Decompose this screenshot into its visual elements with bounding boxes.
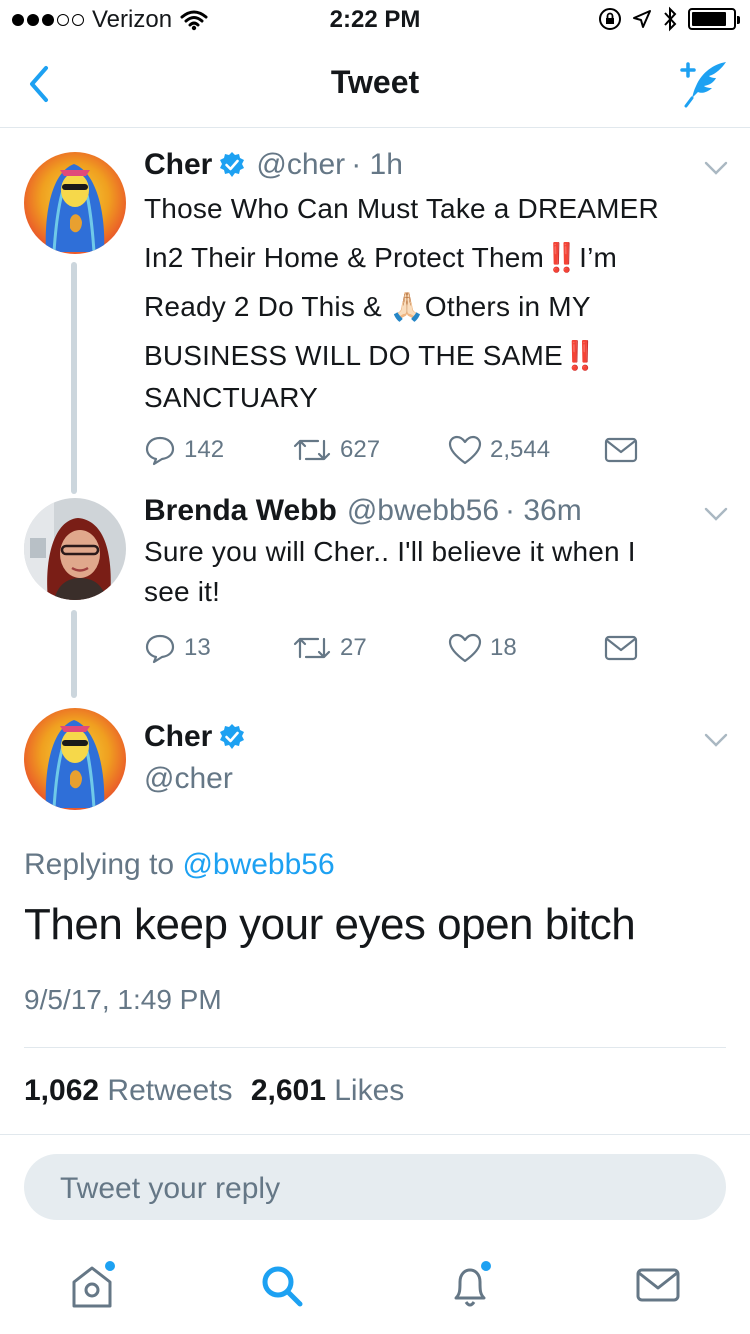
divider	[0, 1134, 750, 1135]
envelope-icon	[604, 635, 638, 661]
tweet-datetime: 9/5/17, 1:49 PM	[24, 984, 222, 1015]
replying-prefix: Replying to	[24, 848, 183, 881]
retweets-stat[interactable]: 1,062 Retweets	[24, 1074, 232, 1107]
thread-connector	[71, 262, 77, 494]
tweet-timestamp: · 1h	[351, 148, 403, 181]
messages-icon[interactable]	[628, 1256, 688, 1316]
retweet-button[interactable]: 27	[292, 633, 448, 663]
direct-message-button[interactable]	[604, 634, 638, 662]
retweet-total: 1,062	[24, 1074, 100, 1107]
notifications-icon[interactable]	[440, 1256, 500, 1316]
reply-icon	[145, 436, 175, 466]
tweet-text-line: Those Who Can Must Take a DREAMER	[144, 193, 659, 224]
direct-message-button[interactable]	[604, 436, 638, 464]
likes-stat[interactable]: 2,601 Likes	[251, 1074, 404, 1107]
replying-to-link[interactable]: @bwebb56	[182, 848, 334, 881]
chevron-down-icon[interactable]	[704, 160, 728, 176]
location-icon	[633, 10, 651, 28]
tweet-text-line: Sure you will Cher.. I'll believe it whe…	[144, 536, 636, 567]
retweet-count: 627	[340, 436, 381, 463]
verified-badge-icon	[220, 152, 245, 177]
tab-bar	[0, 1234, 750, 1334]
like-count: 18	[490, 634, 517, 661]
chevron-down-icon[interactable]	[704, 732, 728, 748]
reply-count: 142	[184, 436, 225, 463]
retweets-label: Retweets	[107, 1074, 233, 1107]
compose-tweet-icon[interactable]	[674, 58, 730, 110]
like-button[interactable]: 2,544	[448, 435, 604, 465]
avatar[interactable]	[24, 152, 126, 254]
battery-icon	[688, 8, 740, 30]
reply-input[interactable]: Tweet your reply	[24, 1154, 726, 1220]
replying-to: Replying to @bwebb56	[24, 848, 335, 882]
search-icon[interactable]	[252, 1256, 312, 1316]
retweet-button[interactable]: 627	[292, 435, 448, 465]
author-handle[interactable]: @cher	[256, 148, 345, 182]
author-name[interactable]: Cher	[144, 148, 212, 182]
author-handle[interactable]: @bwebb56	[347, 494, 499, 528]
tweet-text-line: SANCTUARY	[144, 382, 318, 413]
author-handle[interactable]: @cher	[144, 762, 246, 796]
retweet-count: 27	[340, 634, 367, 661]
heart-icon	[448, 435, 482, 465]
focused-tweet-text: Then keep your eyes open bitch	[24, 900, 636, 949]
retweet-icon	[293, 439, 331, 461]
tweet-text-line: In2 Their Home & Protect Them‼️I’m	[144, 242, 618, 273]
like-total: 2,601	[250, 1074, 326, 1107]
home-icon[interactable]	[62, 1256, 122, 1316]
verified-badge-icon	[220, 724, 245, 749]
page-title: Tweet	[330, 64, 420, 100]
heart-icon	[448, 633, 482, 663]
status-bar: Verizon 2:22 PM	[0, 0, 750, 40]
navigation-bar: Tweet	[0, 40, 750, 128]
divider	[24, 1047, 726, 1048]
reply-count: 13	[184, 634, 211, 661]
envelope-icon	[604, 437, 638, 463]
like-count: 2,544	[490, 436, 551, 463]
reply-placeholder: Tweet your reply	[60, 1172, 281, 1205]
thread-connector	[71, 610, 77, 698]
tweet-stats: 1,062 Retweets 2,601 Likes	[24, 1074, 404, 1108]
avatar[interactable]	[24, 498, 126, 600]
likes-label: Likes	[334, 1074, 405, 1107]
author-name[interactable]: Brenda Webb	[144, 494, 337, 528]
reply-button[interactable]: 13	[144, 632, 292, 664]
reply-icon	[145, 634, 175, 664]
retweet-icon	[293, 637, 331, 659]
author-name[interactable]: Cher	[144, 720, 212, 754]
reply-button[interactable]: 142	[144, 434, 292, 466]
tweet-timestamp: · 36m	[505, 494, 582, 527]
tweet-text-line: Ready 2 Do This & 🙏🏻Others in MY	[144, 291, 591, 322]
avatar[interactable]	[24, 708, 126, 810]
like-button[interactable]: 18	[448, 633, 604, 663]
bluetooth-icon	[664, 6, 677, 32]
orientation-lock-icon	[599, 8, 621, 30]
chevron-down-icon[interactable]	[704, 506, 728, 522]
tweet-text-line: see it!	[144, 576, 221, 607]
tweet-text-line: BUSINESS WILL DO THE SAME‼️	[144, 340, 598, 371]
